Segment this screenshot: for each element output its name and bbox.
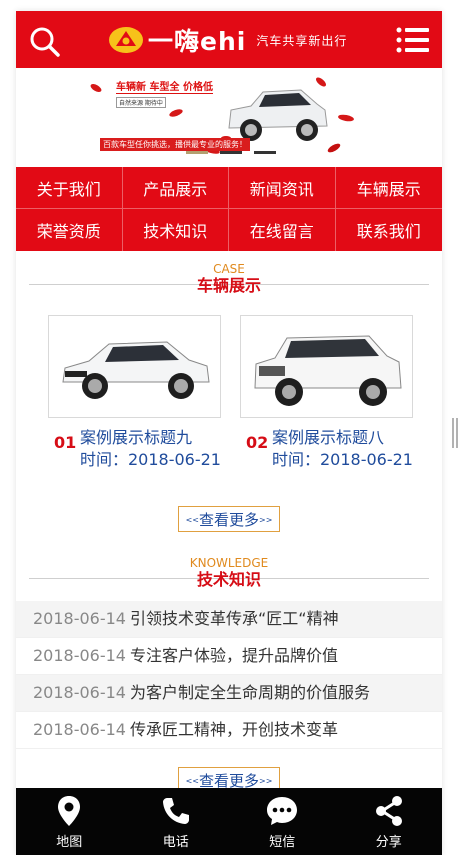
car-image xyxy=(254,335,402,406)
knowledge-list: 2018-06-14 引领技术变革传承“匠工“精神 2018-06-14 专注客户体… xyxy=(16,601,442,749)
toolbar-label: 电话 xyxy=(162,834,189,850)
nav-item-message[interactable]: 在线留言 xyxy=(229,209,336,251)
share-button[interactable]: 分享 xyxy=(336,788,443,855)
car-image xyxy=(62,341,210,399)
double-right-arrow-icon: >> xyxy=(259,515,273,525)
banner-note: 自然来源 期待中 xyxy=(116,97,166,108)
mobile-page: 一嗨ehi 汽车共享新出行 车辆新 车型全 价格低 自然来源 期待中 百款车型任… xyxy=(16,11,442,855)
header: 一嗨ehi 汽车共享新出行 xyxy=(16,11,442,68)
knowledge-section-heading: KNOWLEDGE 技术知识 xyxy=(16,556,442,590)
cases-more-button[interactable]: <<查看更多>> xyxy=(178,506,280,532)
nav-item-about[interactable]: 关于我们 xyxy=(16,167,123,209)
carousel-dot[interactable] xyxy=(186,151,208,154)
carousel-dots xyxy=(186,151,276,154)
nav-item-contact[interactable]: 联系我们 xyxy=(336,209,443,251)
case-number: 01 xyxy=(54,433,77,452)
nav-item-products[interactable]: 产品展示 xyxy=(122,167,229,209)
case-card[interactable]: 02 案例展示标题八 时间：2018-06-21 xyxy=(240,315,413,469)
list-item[interactable]: 2018-06-14 专注客户体验，提升品牌价值 xyxy=(16,638,442,675)
menu-icon xyxy=(396,27,429,53)
toolbar-label: 地图 xyxy=(56,834,83,850)
list-item[interactable]: 2018-06-14 传承匠工精神，开创技术变革 xyxy=(16,712,442,749)
case-card[interactable]: 01 案例展示标题九 时间：2018-06-21 xyxy=(48,315,221,469)
item-date: 2018-06-14 xyxy=(33,646,126,665)
item-title[interactable]: 传承匠工精神，开创技术变革 xyxy=(130,720,338,739)
search-icon xyxy=(30,27,60,57)
case-title[interactable]: 案例展示标题八 时间：2018-06-21 xyxy=(272,427,414,471)
menu-button[interactable] xyxy=(396,25,430,55)
case-title-text[interactable]: 案例展示标题九 xyxy=(80,427,222,449)
item-title[interactable]: 为客户制定全生命周期的价值服务 xyxy=(130,683,370,702)
toolbar-label: 分享 xyxy=(375,834,402,850)
case-number: 02 xyxy=(246,433,269,452)
phone-icon xyxy=(162,797,189,824)
toolbar-label: 短信 xyxy=(269,834,296,850)
phone-button[interactable]: 电话 xyxy=(123,788,230,855)
double-right-arrow-icon: >> xyxy=(259,776,273,786)
nav-item-vehicles[interactable]: 车辆展示 xyxy=(335,167,442,209)
case-section-heading: CASE 车辆展示 xyxy=(16,262,442,296)
section-en-title: KNOWLEDGE xyxy=(189,556,269,570)
nav-item-knowledge[interactable]: 技术知识 xyxy=(123,209,229,251)
double-left-arrow-icon: << xyxy=(185,776,199,786)
more-label: 查看更多 xyxy=(198,511,259,529)
map-button[interactable]: 地图 xyxy=(16,788,123,855)
item-title[interactable]: 专注客户体验，提升品牌价值 xyxy=(130,646,338,665)
message-icon xyxy=(267,796,298,825)
nav-item-news[interactable]: 新闻资讯 xyxy=(229,167,336,209)
logo-text: 一嗨ehi xyxy=(148,27,247,56)
bottom-toolbar: 地图 电话 短信 分享 xyxy=(16,788,442,855)
item-date: 2018-06-14 xyxy=(33,609,126,628)
carousel-dot[interactable] xyxy=(254,151,276,154)
carousel-dot[interactable] xyxy=(220,151,242,154)
case-thumbnail[interactable] xyxy=(48,315,221,418)
main-nav: 关于我们 产品展示 新闻资讯 车辆展示 荣誉资质 技术知识 在线留言 联系我们 xyxy=(16,167,442,251)
nav-item-honors[interactable]: 荣誉资质 xyxy=(16,209,123,251)
logo-mark-icon xyxy=(109,27,143,53)
section-en-title: CASE xyxy=(213,262,245,276)
double-left-arrow-icon: << xyxy=(185,515,199,525)
case-thumbnail[interactable] xyxy=(240,315,413,418)
item-date: 2018-06-14 xyxy=(33,683,126,702)
case-title[interactable]: 案例展示标题九 时间：2018-06-21 xyxy=(80,427,222,471)
list-item[interactable]: 2018-06-14 引领技术变革传承“匠工“精神 xyxy=(16,601,442,638)
map-pin-icon xyxy=(58,795,81,826)
section-title[interactable]: 车辆展示 xyxy=(16,276,442,296)
case-time: 时间：2018-06-21 xyxy=(80,450,221,469)
item-title[interactable]: 引领技术变革传承“匠工“精神 xyxy=(130,609,339,628)
share-icon xyxy=(375,795,402,826)
search-button[interactable] xyxy=(28,25,62,59)
case-title-text[interactable]: 案例展示标题八 xyxy=(272,427,414,449)
logo[interactable]: 一嗨ehi 汽车共享新出行 xyxy=(108,23,347,57)
banner-slogan: 车辆新 车型全 价格低 xyxy=(116,78,213,94)
scroll-handle-icon[interactable] xyxy=(452,418,458,448)
logo-slogan: 汽车共享新出行 xyxy=(256,33,348,48)
message-button[interactable]: 短信 xyxy=(229,788,336,855)
banner-carousel[interactable]: 车辆新 车型全 价格低 自然来源 期待中 百款车型任你挑选，播供最专业的服务！ xyxy=(16,68,442,167)
list-item[interactable]: 2018-06-14 为客户制定全生命周期的价值服务 xyxy=(16,675,442,712)
section-title[interactable]: 技术知识 xyxy=(16,570,442,590)
case-time: 时间：2018-06-21 xyxy=(272,450,413,469)
banner-tagline: 百款车型任你挑选，播供最专业的服务！ xyxy=(100,138,250,151)
item-date: 2018-06-14 xyxy=(33,720,126,739)
